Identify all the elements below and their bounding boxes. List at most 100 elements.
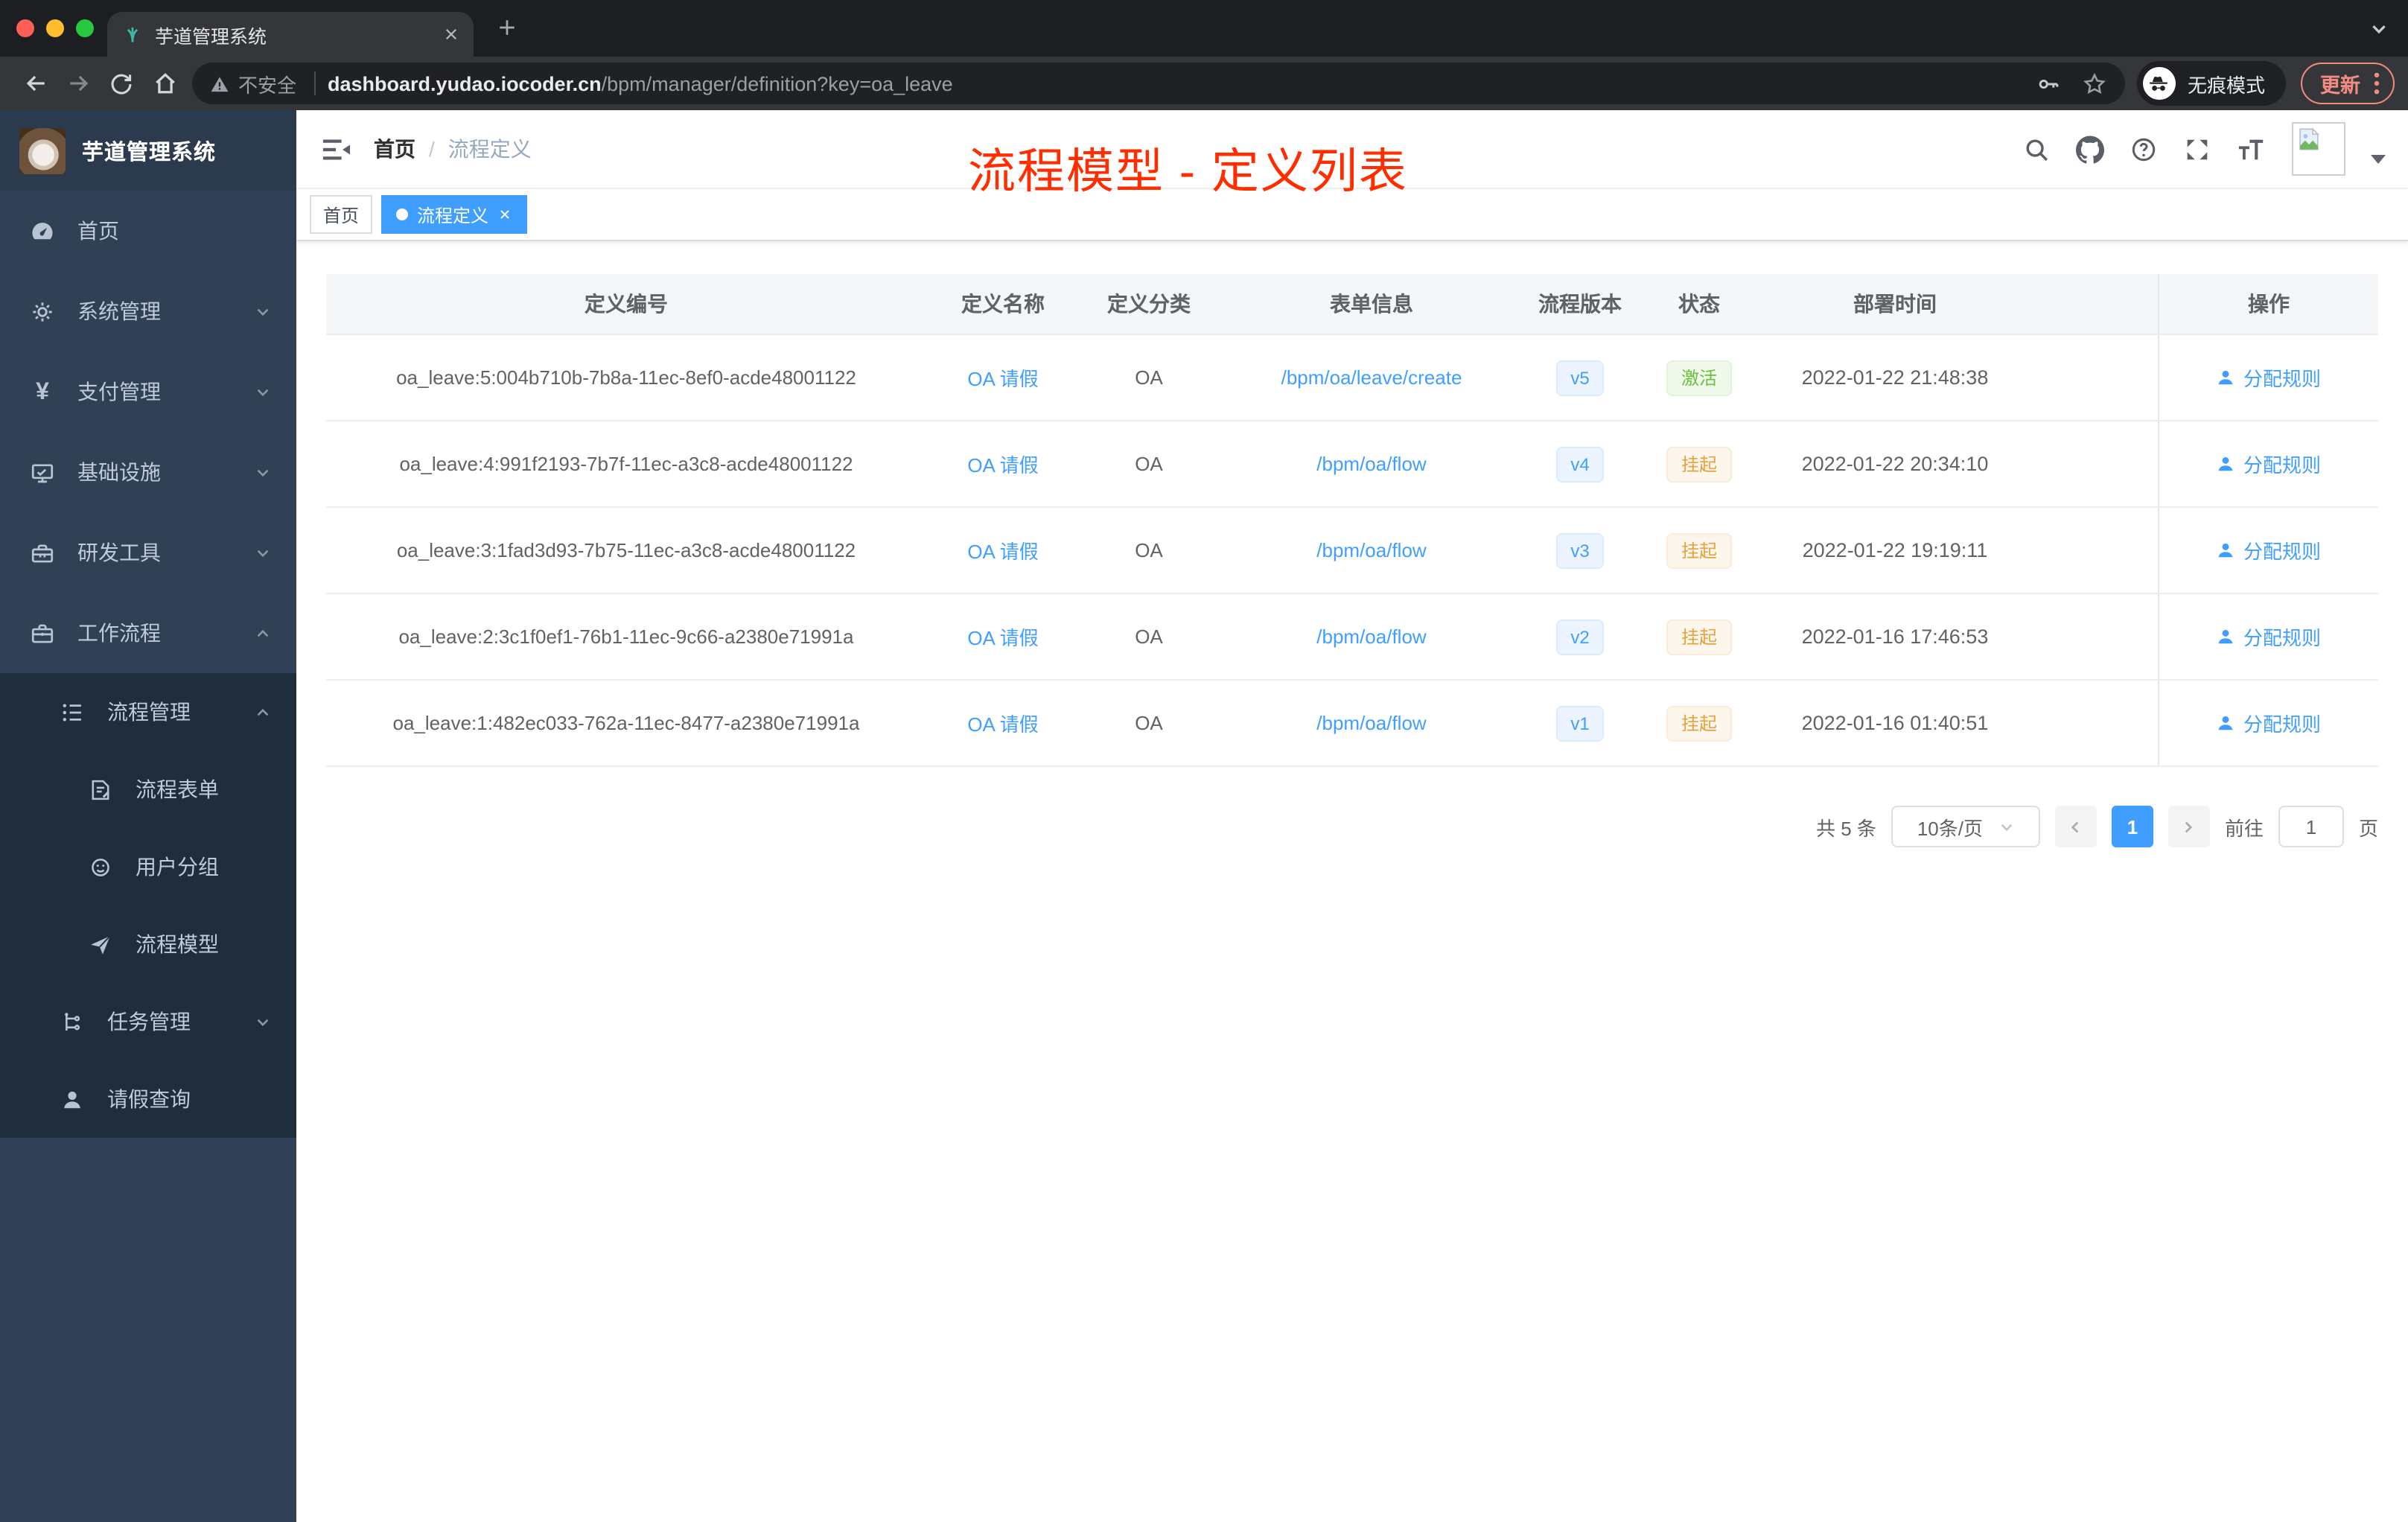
page-size-value: 10条/页 <box>1917 817 1983 839</box>
close-tag-icon[interactable] <box>497 207 512 222</box>
browser-tab[interactable]: 芋道管理系统 <box>107 12 474 57</box>
definition-name-link[interactable]: OA 请假 <box>967 536 1038 564</box>
person-icon <box>2219 370 2234 385</box>
col-header-name: 定义名称 <box>961 292 1045 316</box>
cell-category: OA <box>1135 453 1163 475</box>
divider <box>314 71 316 95</box>
person-icon <box>2219 456 2234 471</box>
definition-name-link[interactable]: OA 请假 <box>967 363 1038 392</box>
action-label: 分配规则 <box>2243 368 2321 390</box>
sidebar-item-system[interactable]: 系统管理 <box>0 271 296 351</box>
form-link[interactable]: /bpm/oa/flow <box>1316 712 1426 734</box>
cell-definition-id: oa_leave:3:1fad3d93-7b75-11ec-a3c8-acde4… <box>396 539 856 561</box>
form-link[interactable]: /bpm/oa/flow <box>1316 539 1426 561</box>
definition-name-link[interactable]: OA 请假 <box>967 709 1038 737</box>
url-bar[interactable]: 不安全 dashboard.yudao.iocoder.cn/bpm/manag… <box>192 63 2125 104</box>
bookmark-star-icon[interactable] <box>2082 71 2107 96</box>
page-size-select[interactable]: 10条/页 <box>1891 806 2040 847</box>
fullscreen-icon[interactable] <box>2183 135 2211 163</box>
avatar-caret-down-icon[interactable] <box>2371 155 2386 164</box>
broken-image-icon <box>2299 127 2319 150</box>
cell-definition-id: oa_leave:4:991f2193-7b7f-11ec-a3c8-acde4… <box>399 453 853 475</box>
breadcrumb-home[interactable]: 首页 <box>374 134 415 164</box>
sidebar-item-process-model[interactable]: 流程模型 <box>0 905 296 983</box>
sidebar-item-payment[interactable]: ¥ 支付管理 <box>0 351 296 432</box>
sidebar-item-process-management[interactable]: 流程管理 <box>0 673 296 751</box>
sidebar-item-home[interactable]: 首页 <box>0 191 296 271</box>
person-icon <box>2219 629 2234 644</box>
sidebar-item-workflow[interactable]: 工作流程 <box>0 593 296 673</box>
status-badge: 挂起 <box>1666 532 1732 568</box>
total-count-label: 共 5 条 <box>1816 817 1876 839</box>
browser-toolbar: 不安全 dashboard.yudao.iocoder.cn/bpm/manag… <box>0 57 2408 110</box>
current-page-button[interactable]: 1 <box>2111 806 2153 847</box>
user-group-face-icon <box>92 858 109 876</box>
paper-plane-icon <box>91 934 111 954</box>
assign-rule-link[interactable]: 分配规则 <box>2217 450 2321 478</box>
next-page-button[interactable] <box>2167 806 2210 847</box>
cell-filler <box>2027 421 2158 506</box>
sidebar-item-task-management[interactable]: 任务管理 <box>0 983 296 1060</box>
sidebar-item-label: 流程表单 <box>136 777 219 801</box>
assign-rule-link[interactable]: 分配规则 <box>2217 536 2321 564</box>
chevron-down-icon <box>257 468 269 477</box>
font-size-icon[interactable] <box>2237 135 2267 163</box>
table-row: oa_leave:1:482ec033-762a-11ec-8477-a2380… <box>326 681 2378 767</box>
github-icon[interactable] <box>2076 135 2104 163</box>
tag-home[interactable]: 首页 <box>310 195 373 234</box>
assign-rule-link[interactable]: 分配规则 <box>2217 709 2321 737</box>
incognito-label: 无痕模式 <box>2187 74 2265 96</box>
sidebar-item-leave-query[interactable]: 请假查询 <box>0 1060 296 1138</box>
tab-search-chevron-icon[interactable] <box>2369 19 2389 39</box>
form-link[interactable]: /bpm/oa/flow <box>1316 625 1426 648</box>
home-button[interactable] <box>143 62 186 105</box>
cell-definition-id: oa_leave:2:3c1f0ef1-76b1-11ec-9c66-a2380… <box>398 625 854 648</box>
definition-name-link[interactable]: OA 请假 <box>967 623 1038 651</box>
assign-rule-link[interactable]: 分配规则 <box>2217 623 2321 651</box>
password-key-icon[interactable] <box>2036 71 2061 96</box>
back-button[interactable] <box>13 62 57 105</box>
sidebar-toggle-hamburger-icon[interactable] <box>320 135 351 163</box>
sidebar-item-label: 工作流程 <box>77 621 161 645</box>
url-path: /bpm/manager/definition?key=oa_leave <box>601 72 953 95</box>
sidebar-item-label: 流程管理 <box>107 700 191 724</box>
sidebar-item-dev-tools[interactable]: 研发工具 <box>0 512 296 593</box>
prev-page-button[interactable] <box>2054 806 2097 847</box>
sidebar-item-infrastructure[interactable]: 基础设施 <box>0 432 296 512</box>
sidebar-item-process-form[interactable]: 流程表单 <box>0 751 296 828</box>
tag-process-definition[interactable]: 流程定义 <box>381 195 528 234</box>
action-label: 分配规则 <box>2243 713 2321 736</box>
definition-name-link[interactable]: OA 请假 <box>967 450 1038 478</box>
sidebar-item-label: 请假查询 <box>107 1087 191 1111</box>
cell-deploy-time: 2022-01-22 20:34:10 <box>1801 453 1989 475</box>
search-icon[interactable] <box>2022 135 2051 163</box>
new-tab-button[interactable] <box>496 16 518 39</box>
help-icon[interactable] <box>2130 135 2158 163</box>
user-avatar-broken-image[interactable] <box>2292 122 2345 176</box>
kebab-menu-icon[interactable] <box>2374 71 2380 95</box>
sidebar-logo[interactable]: 芋道管理系统 <box>0 110 296 191</box>
assign-rule-link[interactable]: 分配规则 <box>2217 363 2321 392</box>
version-badge: v2 <box>1555 619 1605 655</box>
sidebar-item-user-group[interactable]: 用户分组 <box>0 828 296 905</box>
goto-page-input[interactable] <box>2278 806 2344 847</box>
close-tab-icon[interactable] <box>444 27 459 42</box>
sidebar-item-label: 用户分组 <box>136 855 219 879</box>
cell-category: OA <box>1135 625 1163 648</box>
minimize-window-button[interactable] <box>46 19 64 37</box>
col-header-form: 表单信息 <box>1330 292 1413 316</box>
maximize-window-button[interactable] <box>76 19 94 37</box>
col-header-category: 定义分类 <box>1107 292 1191 316</box>
col-header-operation: 操作 <box>2158 274 2378 334</box>
cell-filler <box>2027 594 2158 679</box>
cell-deploy-time: 2022-01-16 01:40:51 <box>1801 712 1989 734</box>
reload-button[interactable] <box>100 62 143 105</box>
form-link[interactable]: /bpm/oa/flow <box>1316 453 1426 475</box>
app-title: 芋道管理系统 <box>82 141 216 165</box>
browser-update-button[interactable]: 更新 <box>2301 63 2395 104</box>
close-window-button[interactable] <box>16 19 34 37</box>
update-label: 更新 <box>2320 74 2360 97</box>
forward-button[interactable] <box>57 62 100 105</box>
form-link[interactable]: /bpm/oa/leave/create <box>1281 366 1462 389</box>
cell-category: OA <box>1135 712 1163 734</box>
